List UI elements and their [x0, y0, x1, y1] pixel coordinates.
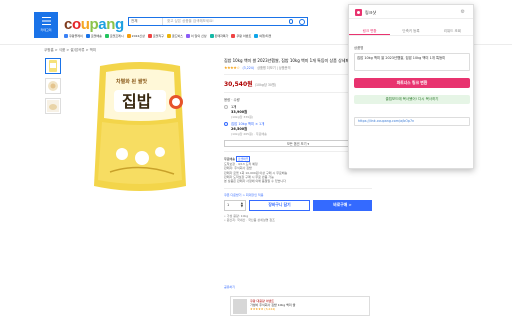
extension-popup: 링크샷 ⚙ 링크 변환 단축키 등록 리워드 조회 상품명 집밥 10kg 백미…: [348, 4, 474, 169]
nav-item-label: 로켓프레시: [109, 34, 124, 38]
nav-item-icon: [185, 34, 190, 38]
promo-banner[interactable]: 쿠팡 대용량 이벤트 가성비 주식회사 집밥 10kg 백미 쌀 ★★★★★ (…: [230, 296, 370, 316]
product-thumbnail[interactable]: [45, 98, 61, 114]
nav-item-icon: [64, 34, 68, 38]
nav-item-icon: [231, 34, 236, 38]
buy-now-button[interactable]: 바로구매 >: [313, 199, 372, 211]
option-sub: (10kg당 339원): [231, 114, 253, 119]
logo-letter: p: [89, 16, 99, 33]
logo-letter: a: [98, 16, 107, 33]
top-navigation: 쿠팡플레이 로켓배송 로켓프레시 2024신상 로켓직구 골드박스 이 달의 신상 판매자특가…: [64, 32, 354, 40]
result-link-field[interactable]: https://link.coupang.com/a/bOp7n: [354, 117, 470, 126]
popup-tabs: 링크 변환 단축키 등록 리워드 조회: [349, 27, 473, 36]
stepper-arrows-icon[interactable]: ▲ ▼: [241, 202, 243, 208]
nav-item[interactable]: 로켓프레시: [104, 34, 124, 38]
nav-item-label: 골드박스: [171, 34, 183, 38]
bullet-item: • 원산지: 국내산 · 국산품 상세설명 참조: [224, 218, 275, 223]
nav-item[interactable]: 로켓직구: [147, 34, 164, 38]
tab-shortcut[interactable]: 단축키 등록: [390, 27, 431, 35]
nav-item-icon: [166, 34, 171, 38]
nav-item-icon: [85, 34, 90, 38]
nav-item[interactable]: 이 달의 신상: [185, 34, 207, 38]
price-value: 30,540원: [224, 81, 253, 88]
nav-item[interactable]: 쿠팡 이벤트: [231, 34, 251, 38]
shipping-line: 무료배송: [224, 156, 236, 161]
hamburger-icon: [41, 17, 51, 25]
option-name: 집밥 10kg 백미 × 1개: [231, 122, 265, 127]
nav-item-label: 로켓배송: [90, 34, 102, 38]
category-menu-button[interactable]: 카테고리: [34, 12, 58, 38]
linkshot-logo-icon: [355, 9, 362, 16]
coupon-link[interactable]: 쿠폰 다운받기 > 최대할인 적용: [224, 193, 372, 197]
nav-item-icon: [126, 34, 131, 38]
product-thumbnail[interactable]: [45, 78, 61, 94]
search-category-select[interactable]: 전체: [129, 18, 163, 25]
logo-letter: g: [114, 16, 124, 33]
nav-item-icon: [254, 34, 259, 38]
nav-item-label: 쿠팡플레이: [69, 34, 83, 38]
nav-item-icon: [104, 34, 109, 38]
purchase-row: 1 ▲ ▼ 장바구니 담기 바로구매 >: [224, 199, 372, 211]
option-price: 26,500원: [231, 127, 248, 132]
product-main-image[interactable]: 차별화 된 쌀맛 집밥: [80, 58, 200, 198]
nav-item-label: 2024신상: [131, 34, 145, 38]
logo-letter: c: [64, 16, 72, 33]
unit-price: (10kg당 30원): [254, 83, 277, 87]
radio-icon: [224, 122, 228, 127]
logo-letter: o: [71, 16, 81, 33]
nav-item-label: 판매자특가: [214, 34, 229, 38]
quantity-stepper[interactable]: 1 ▲ ▼: [224, 199, 246, 211]
option-name: 1개: [231, 105, 237, 109]
search-bar: 전체 찾고 싶은 상품을 검색해보세요!: [128, 17, 308, 26]
product-name-textarea[interactable]: 집밥 10kg 백미 쌀 2023년햅쌀, 집밥 10kg 백미 1개 특등미: [354, 53, 470, 71]
microphone-icon[interactable]: [289, 19, 293, 24]
category-menu-label: 카테고리: [40, 28, 52, 32]
shipping-line: 본 상품은 판매자 사정에 의해 품절될 수 있습니다: [224, 179, 286, 184]
search-icon[interactable]: [299, 18, 305, 25]
nav-item[interactable]: 2024신상: [126, 34, 145, 38]
nav-item[interactable]: 여행/티켓: [254, 34, 271, 38]
tab-link-convert[interactable]: 링크 변환: [349, 27, 391, 35]
coupang-logo[interactable]: coupang: [64, 16, 124, 33]
add-to-cart-button[interactable]: 장바구니 담기: [249, 199, 310, 211]
nav-item[interactable]: 쿠팡플레이: [64, 34, 83, 38]
nav-item-label: 여행/티켓: [259, 34, 272, 38]
nav-item[interactable]: 골드박스: [166, 34, 183, 38]
logo-letter: u: [80, 16, 90, 33]
rating-count[interactable]: (3,224): [242, 66, 254, 70]
nav-item-label: 로켓직구: [152, 34, 164, 38]
rating-stars: ★★★★☆: [224, 65, 240, 70]
gear-icon[interactable]: ⚙: [461, 9, 465, 16]
product-thumbnail[interactable]: [45, 58, 61, 74]
option-sub: (10kg당 265원) · 무료배송: [231, 131, 267, 136]
review-links[interactable]: 상품평 더보기 | 상품문의: [257, 65, 290, 70]
convert-link-button[interactable]: 파트너스 링크 변환: [354, 78, 470, 88]
nav-item-icon: [209, 34, 214, 38]
product-image-subtext: 차별화 된 쌀맛: [116, 79, 148, 85]
option-price: 33,900원: [231, 109, 248, 114]
nav-item-label: 쿠팡 이벤트: [236, 34, 252, 38]
search-input[interactable]: 찾고 싶은 상품을 검색해보세요!: [167, 18, 214, 25]
tab-reward[interactable]: 리워드 조회: [432, 27, 473, 35]
product-name-label: 상품명: [354, 46, 364, 50]
product-image-brand: 집밥: [122, 92, 152, 111]
divider: [224, 187, 372, 189]
popup-title: 링크샷: [365, 10, 377, 15]
quantity-value[interactable]: 1: [227, 203, 229, 207]
banner-image: [233, 299, 247, 314]
popup-header: 링크샷 ⚙: [349, 5, 473, 19]
breadcrumb[interactable]: 쿠팡홈 > 식품 > 쌀/잡곡류 > 백미: [44, 48, 96, 53]
banner-line: ★★★★★ (3,224): [250, 307, 276, 312]
radio-icon: [224, 105, 228, 109]
banner-text: 쿠팡 대용량 이벤트 가성비 주식회사 집밥 10kg 백미 쌀 ★★★★★ (…: [250, 299, 295, 312]
share-link[interactable]: 공유하기: [224, 285, 235, 289]
nav-item[interactable]: 판매자특가: [209, 34, 229, 38]
logo-letter: n: [106, 16, 115, 33]
product-bullets: • 가성 용량: 10kg • 원산지: 국내산 · 국산품 상세설명 참조: [224, 214, 372, 222]
copy-again-button[interactable]: 클립보드에 복사됐어! 다시 복사하기: [354, 95, 470, 104]
nav-item[interactable]: 로켓배송: [85, 34, 102, 38]
nav-item-icon: [147, 34, 152, 38]
nav-item-label: 이 달의 신상: [190, 34, 207, 38]
